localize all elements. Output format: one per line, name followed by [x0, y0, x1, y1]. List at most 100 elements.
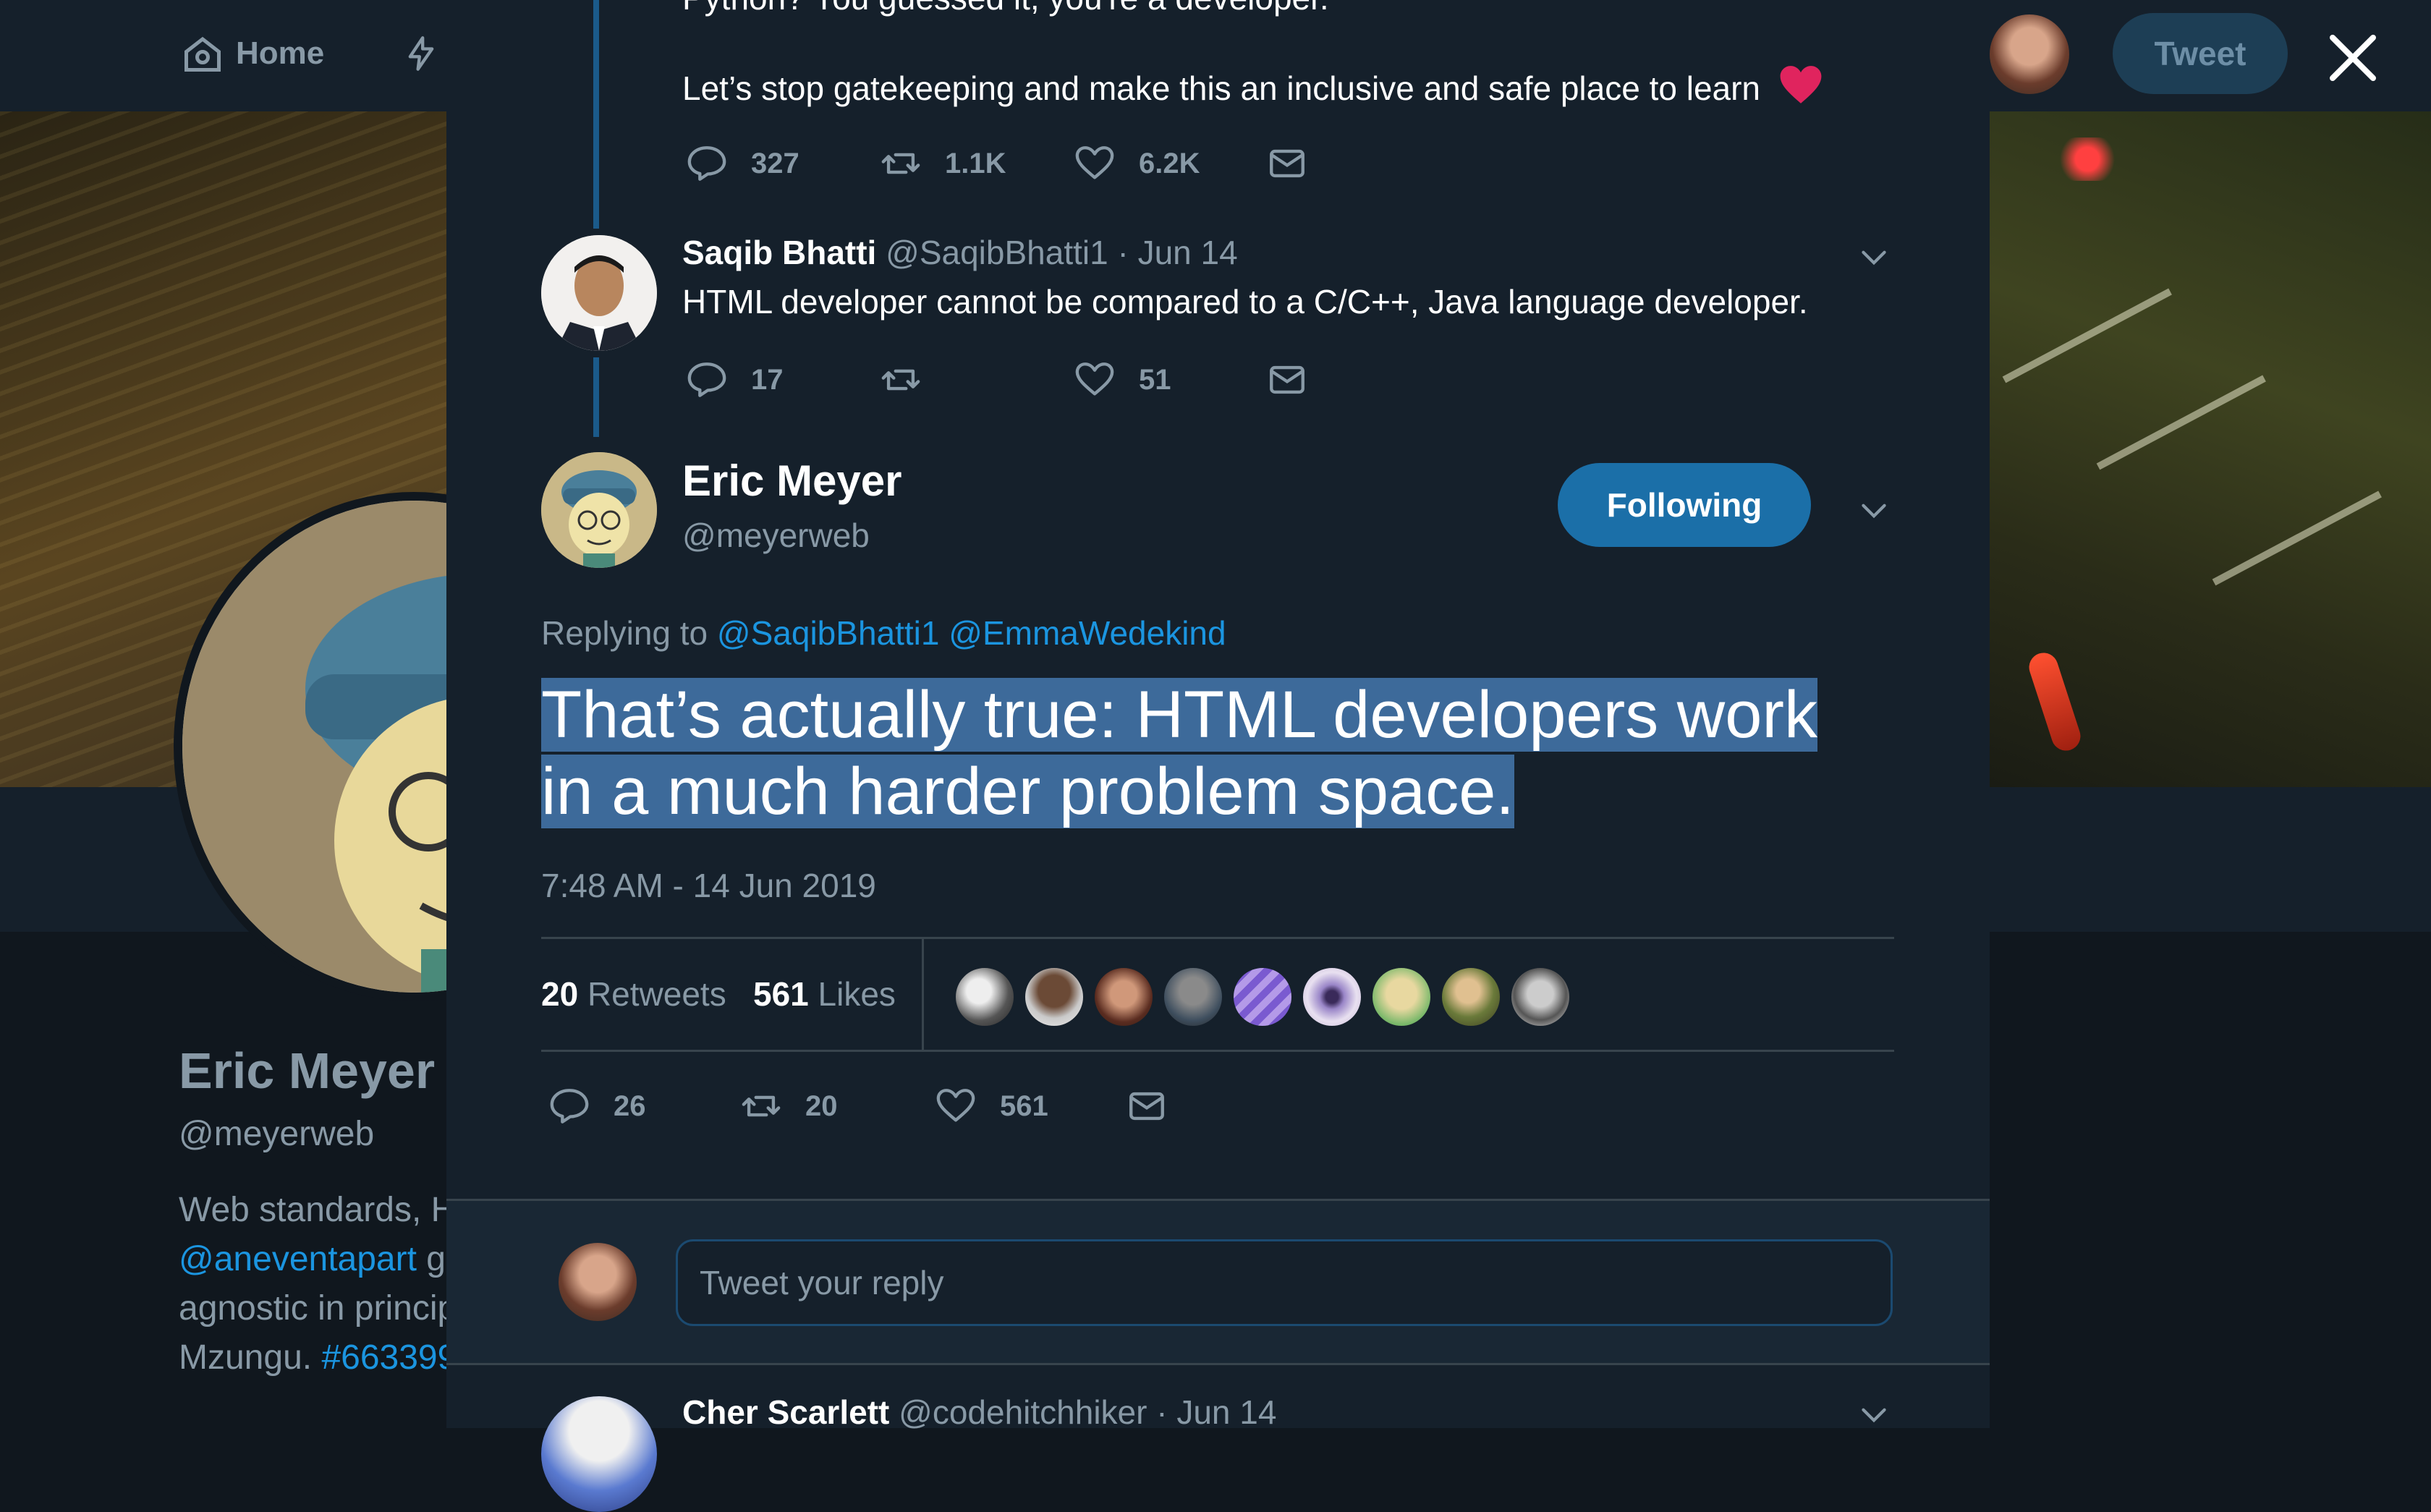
like-action[interactable]: 561: [935, 1085, 1048, 1127]
saqib-date[interactable]: · Jun 14: [1117, 234, 1237, 271]
thread-connector: [593, 0, 599, 229]
reply-icon: [550, 1089, 589, 1124]
next-tweet-avatar[interactable]: [541, 1396, 657, 1512]
retweet-action[interactable]: 20: [740, 1085, 838, 1127]
saqib-avatar[interactable]: [541, 235, 657, 351]
tweet-text-line: That’s actually true: HTML developers wo…: [541, 678, 1818, 752]
reply-action[interactable]: 26: [548, 1085, 646, 1127]
prev-tweet-cut-line: Python? You guessed it, you're a develop…: [682, 0, 1329, 17]
like-count: 561: [1000, 1090, 1048, 1122]
divider: [541, 937, 1894, 939]
profile-handle: @meyerweb: [179, 1115, 375, 1153]
reply-action[interactable]: 17: [686, 359, 784, 401]
reply-mention[interactable]: @SaqibBhatti1: [717, 614, 940, 652]
chevron-down-icon[interactable]: [1856, 492, 1892, 528]
retweet-count: 20: [805, 1090, 838, 1122]
liker-avatar[interactable]: [1440, 966, 1502, 1028]
saqib-handle[interactable]: @SaqibBhatti1: [886, 234, 1108, 271]
dm-icon: [1270, 149, 1304, 178]
reply-action[interactable]: 327: [686, 143, 799, 184]
replying-to-label: Replying to: [541, 614, 708, 652]
author-name[interactable]: Eric Meyer: [682, 456, 902, 506]
liker-avatar[interactable]: [1093, 966, 1155, 1028]
divider: [446, 1199, 1990, 1201]
divider: [541, 1050, 1894, 1052]
liker-avatar[interactable]: [1301, 966, 1363, 1028]
chevron-down-icon[interactable]: [1856, 1396, 1892, 1432]
retweet-icon: [881, 369, 920, 391]
profile-bio-line: Mzungu. #663399: [179, 1338, 457, 1377]
reply-count: 26: [614, 1090, 646, 1122]
profile-bio-line: Web standards, H: [179, 1191, 457, 1229]
retweet-count: 1.1K: [945, 147, 1006, 179]
eric-avatar[interactable]: [541, 452, 657, 568]
like-stat-count: 561: [753, 975, 809, 1013]
reply-count: 327: [751, 147, 799, 179]
like-icon: [1075, 362, 1114, 396]
chevron-down-icon[interactable]: [1856, 239, 1892, 275]
liker-avatar[interactable]: [1370, 966, 1433, 1028]
next-tweet-header: Cher Scarlett @codehitchhiker · Jun 14: [682, 1393, 1276, 1432]
thread-connector: [593, 357, 599, 437]
next-tweet-date[interactable]: · Jun 14: [1156, 1393, 1276, 1431]
tweet-timestamp[interactable]: 7:48 AM - 14 Jun 2019: [541, 866, 876, 905]
retweet-stat-label: Retweets: [587, 975, 726, 1013]
saqib-avatar-photo: [541, 235, 657, 351]
next-tweet-name[interactable]: Cher Scarlett: [682, 1393, 889, 1431]
replying-to-line: Replying to @SaqibBhatti1 @EmmaWedekind: [541, 613, 1226, 653]
reply-icon: [687, 362, 726, 397]
saqib-tweet-header: Saqib Bhatti @SaqibBhatti1 · Jun 14: [682, 233, 1238, 272]
profile-bio-line: @aneventapart gu: [179, 1239, 465, 1279]
reply-icon: [687, 146, 726, 181]
like-action[interactable]: 6.2K: [1074, 143, 1200, 184]
like-action[interactable]: 51: [1074, 359, 1171, 401]
liker-avatar[interactable]: [954, 966, 1016, 1028]
liker-avatar[interactable]: [1509, 966, 1571, 1028]
divider: [446, 1363, 1990, 1365]
like-icon: [936, 1089, 975, 1122]
dm-action[interactable]: [1126, 1085, 1191, 1127]
eric-avatar-illustration: [541, 452, 657, 568]
nav-home[interactable]: Home: [181, 32, 324, 75]
account-avatar[interactable]: [1990, 14, 2069, 94]
home-icon: [184, 36, 221, 72]
bio-hashtag[interactable]: #663399: [321, 1338, 457, 1377]
retweet-action[interactable]: 1.1K: [880, 143, 1006, 184]
like-count: 51: [1139, 363, 1171, 396]
saqib-name[interactable]: Saqib Bhatti: [682, 234, 876, 271]
reply-mention[interactable]: @EmmaWedekind: [949, 614, 1226, 652]
author-handle[interactable]: @meyerweb: [682, 516, 870, 555]
next-tweet-handle[interactable]: @codehitchhiker: [899, 1393, 1147, 1431]
compose-tweet-button[interactable]: Tweet: [2113, 13, 2288, 94]
retweet-icon: [742, 1095, 781, 1117]
nav-home-label: Home: [236, 35, 325, 71]
profile-name: Eric Meyer: [179, 1042, 436, 1099]
user-avatar: [559, 1243, 637, 1321]
like-stat-label: Likes: [818, 975, 896, 1013]
lightning-icon: [408, 36, 434, 71]
bio-link[interactable]: @aneventapart: [179, 1240, 417, 1278]
liker-avatar[interactable]: [1023, 966, 1085, 1028]
retweet-stat[interactable]: 20 Retweets: [541, 974, 726, 1014]
nav-moments[interactable]: [402, 32, 440, 75]
dm-action[interactable]: [1266, 143, 1331, 184]
retweet-action[interactable]: [880, 359, 945, 401]
stats-divider: [922, 939, 924, 1050]
tweet-text-line: in a much harder problem space.: [541, 755, 1514, 828]
saqib-tweet-text: HTML developer cannot be compared to a C…: [682, 283, 1808, 320]
liker-avatar[interactable]: [1231, 966, 1294, 1028]
close-icon[interactable]: [2324, 29, 2382, 87]
bio-fragment: Mzungu.: [179, 1338, 322, 1377]
retweet-icon: [881, 153, 920, 174]
retweet-stat-count: 20: [541, 975, 579, 1013]
liker-avatar[interactable]: [1162, 966, 1224, 1028]
tweet-text: That’s actually true: HTML developers wo…: [541, 676, 1916, 830]
banner-car-light: [2055, 137, 2120, 181]
dm-action[interactable]: [1266, 359, 1331, 401]
dm-icon: [1129, 1092, 1164, 1121]
like-stat[interactable]: 561 Likes: [753, 974, 896, 1014]
following-button[interactable]: Following: [1558, 463, 1811, 547]
dm-icon: [1270, 365, 1304, 394]
prev-tweet-text: Let’s stop gatekeeping and make this an …: [682, 64, 1823, 108]
reply-input[interactable]: Tweet your reply: [676, 1239, 1893, 1326]
